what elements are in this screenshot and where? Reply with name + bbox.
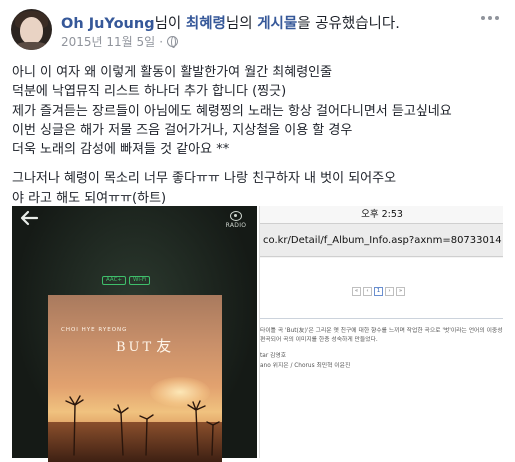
album-title-latin: BUT (116, 340, 155, 355)
post-header: Oh JuYoung님이 최혜령님의 게시물을 공유했습니다. (61, 12, 400, 33)
globe-icon (167, 36, 179, 48)
post-meta: 2015년 11월 5일 · (61, 33, 179, 50)
pager-prev: ‹ (363, 287, 372, 296)
description-line: 타이틀 곡 'But(友)'은 그리운 옛 친구에 대한 향수를 느끼며 작업한… (260, 328, 503, 334)
shared-item-link[interactable]: 게시물 (257, 16, 297, 32)
pager-first: « (352, 287, 361, 296)
album-description: 타이틀 곡 'But(友)'은 그리운 옛 친구에 대한 향수를 느끼며 작업한… (260, 327, 503, 345)
pager-last: » (396, 287, 405, 296)
credit-line: ano 위지은 / Chorus 최민혁 이윤진 (260, 362, 351, 369)
back-arrow-icon (20, 210, 39, 226)
radio-label: RADIO (225, 222, 247, 229)
post-text: 아니 이 여자 왜 이렇게 활동이 활발한가여 월간 최혜령인줄 덕분에 낙엽뮤… (12, 63, 507, 208)
author-avatar[interactable] (11, 9, 52, 50)
webpage-content: « ‹ 1 › » 타이틀 곡 'But(友)'은 그리운 옛 친구에 대한 향… (260, 258, 503, 458)
post-line: 이번 싱글은 해가 저물 즈음 걸어가거나, 지상철을 이용 할 경우 (12, 122, 353, 138)
author-name-link[interactable]: Oh JuYoung (61, 16, 155, 32)
browser-url-bar: co.kr/Detail/f_Album_Info.asp?axnm=80733… (260, 223, 503, 257)
post-line: 아니 이 여자 왜 이렇게 활동이 활발한가여 월간 최혜령인줄 (12, 65, 333, 80)
album-cover (48, 295, 222, 462)
photo-browser-screenshot[interactable]: 오후 2:53 co.kr/Detail/f_Album_Info.asp?ax… (259, 206, 503, 458)
album-title-hanja: 友 (156, 337, 175, 355)
status-time: 오후 2:53 (361, 209, 403, 220)
post-line: 그나저나 혜령이 목소리 너무 좋다ㅠㅠ 나랑 친구하자 내 벗이 되어주오 (12, 171, 397, 187)
badge-aac: AAC+ (102, 276, 127, 285)
post-line: 제가 즐겨듣는 장르들이 아님에도 혜령찡의 노래는 항상 걸어다니면서 듣고싶… (12, 103, 452, 119)
badge-wifi: Wi-Fi (129, 276, 151, 285)
palm-trees-silhouette (65, 395, 220, 456)
more-dot (495, 16, 499, 20)
radio-rings (230, 211, 242, 221)
more-dot (488, 16, 492, 20)
post-date-link[interactable]: 2015년 11월 5일 (61, 33, 155, 50)
pagination: « ‹ 1 › » (352, 287, 405, 296)
post-line: 더욱 노래의 감성에 빠져들 것 같아요 ** (12, 142, 230, 158)
radio-icon: RADIO (224, 211, 248, 231)
more-dot (481, 16, 485, 20)
avatar-face (20, 17, 43, 44)
avatar-shirt (14, 42, 49, 50)
more-options-icon[interactable] (481, 12, 503, 24)
pager-current: 1 (374, 287, 383, 296)
header-particle-1: 님이 (154, 16, 186, 32)
shared-post: Oh JuYoung님이 최혜령님의 게시물을 공유했습니다. 2015년 11… (0, 0, 515, 462)
shared-from-link[interactable]: 최혜령 (186, 16, 226, 32)
album-credits: tar 김영호 ano 위지은 / Chorus 최민혁 이윤진 (260, 352, 350, 371)
browser-url: co.kr/Detail/f_Album_Info.asp?axnm=80733… (263, 235, 502, 246)
header-particle-2: 님의 (225, 16, 258, 32)
credit-line: tar 김영호 (260, 353, 287, 359)
description-line: 편곡되어 곡의 이미지를 한층 성숙하게 만들었다. (260, 337, 378, 343)
meta-separator: · (159, 34, 164, 49)
header-suffix: 을 공유했습니다. (297, 16, 400, 32)
pager-next: › (385, 287, 394, 296)
album-artist-text: CHOI HYE RYEONG (61, 327, 128, 333)
section-divider (260, 318, 503, 319)
phone-status-bar: 오후 2:53 (260, 206, 503, 223)
album-title-text: BUT 友 (116, 335, 174, 356)
post-line: 덕분에 낙엽뮤직 리스트 하나더 추가 합니다 (찡긋) (12, 84, 287, 100)
stream-badges: AAC+ Wi-Fi (102, 276, 151, 285)
